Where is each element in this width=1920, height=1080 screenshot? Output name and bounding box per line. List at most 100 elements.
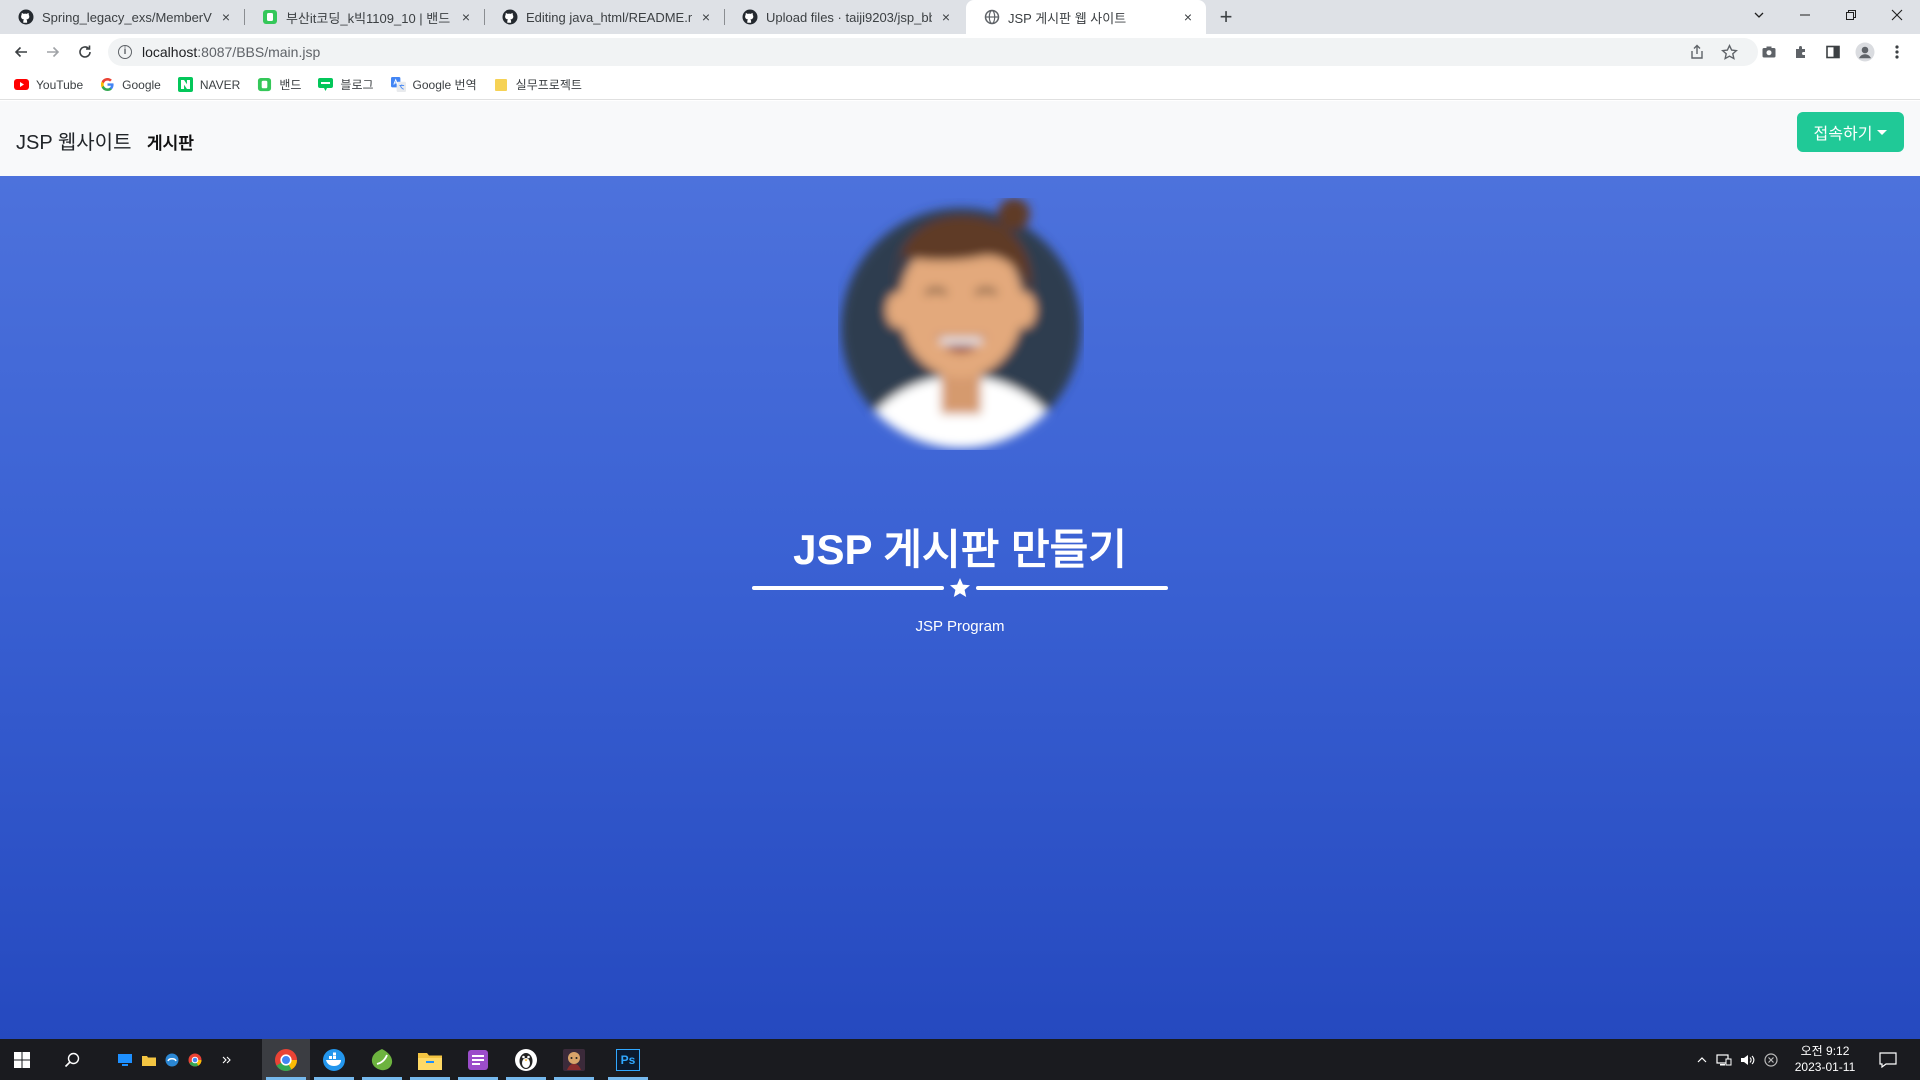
taskbar-notepad[interactable] [454, 1039, 502, 1080]
bookmark-google[interactable]: Google [100, 77, 161, 92]
tab-title: Upload files · taiji9203/jsp_bbs [766, 9, 932, 25]
bookmark-label: Google 번역 [412, 78, 477, 92]
taskbar-photoshop[interactable]: Ps [604, 1039, 652, 1080]
taskbar-spring[interactable] [358, 1039, 406, 1080]
folder-shortcut-icon[interactable] [140, 1039, 158, 1080]
star-icon[interactable] [1719, 42, 1739, 62]
camera-icon[interactable] [1759, 42, 1779, 62]
bookmark-band[interactable]: 밴드 [257, 76, 301, 93]
taskbar-penguin-app[interactable] [502, 1039, 550, 1080]
bookmark-youtube[interactable]: YouTube [14, 77, 83, 92]
tab-search-button[interactable] [1736, 0, 1782, 30]
desktop-shortcut-icon[interactable] [116, 1039, 134, 1080]
close-icon[interactable]: × [458, 9, 474, 25]
reload-button[interactable] [73, 40, 97, 64]
clock-date: 2023-01-11 [1794, 1060, 1856, 1074]
new-tab-button[interactable]: + [1213, 5, 1239, 31]
forward-button[interactable] [41, 40, 65, 64]
tab-title: Spring_legacy_exs/MemberVO.ja [42, 9, 212, 25]
more-chevron-icon[interactable] [218, 1039, 236, 1080]
profile-avatar-icon[interactable] [1855, 42, 1875, 62]
web-page: JSP 웹사이트 게시판 접속하기 JSP 게시판 만들기 JSP Progra… [0, 101, 1920, 1039]
bookmark-label: YouTube [36, 77, 84, 92]
start-button[interactable] [0, 1039, 44, 1080]
close-icon[interactable]: × [1180, 9, 1196, 25]
band-icon [262, 9, 278, 25]
youtube-icon [14, 77, 29, 92]
connect-button-label: 접속하기 [1813, 126, 1873, 143]
windows-taskbar: Ps 오전 9:12 2023-01-11 [0, 1039, 1920, 1080]
notification-center-button[interactable] [1870, 1039, 1906, 1080]
more-menu-icon[interactable] [1887, 42, 1907, 62]
chevron-up-icon[interactable] [1696, 1054, 1708, 1066]
naver-icon [177, 77, 193, 92]
game-icon [563, 1048, 585, 1071]
divider-right [976, 586, 1168, 590]
star-divider-icon [948, 576, 972, 600]
blog-icon [318, 77, 334, 92]
status-error-icon[interactable] [1764, 1052, 1778, 1067]
url-host: localhost [142, 44, 198, 60]
connect-dropdown-button[interactable]: 접속하기 [1797, 112, 1904, 152]
bookmark-folder[interactable]: 실무프로젝트 [494, 76, 582, 93]
back-button[interactable] [9, 40, 33, 64]
tab-readme[interactable]: Editing java_html/README.md a × [484, 0, 724, 34]
globe-icon [984, 9, 1000, 25]
taskbar-game-app[interactable] [550, 1039, 598, 1080]
tab-title: 부산it코딩_k빅1109_10 | 밴드 [286, 10, 451, 26]
system-tray [1696, 1039, 1778, 1080]
bookmark-label: NAVER [199, 77, 241, 92]
minimize-button[interactable] [1782, 0, 1828, 30]
close-icon[interactable]: × [218, 9, 234, 25]
info-icon[interactable]: i [118, 45, 132, 59]
tab-member-vo[interactable]: Spring_legacy_exs/MemberVO.ja × [0, 0, 244, 34]
bookmark-google-translate[interactable]: Google 번역 [390, 76, 477, 93]
masthead-subtitle: JSP Program [915, 618, 1005, 635]
bookmark-label: 밴드 [279, 78, 302, 92]
divider-left [752, 586, 944, 590]
site-brand[interactable]: JSP 웹사이트 [16, 126, 131, 155]
taskbar-chrome[interactable] [262, 1039, 310, 1080]
search-button[interactable] [48, 1039, 96, 1080]
volume-icon[interactable] [1740, 1053, 1756, 1067]
network-icon[interactable] [1716, 1053, 1732, 1067]
side-panel-icon[interactable] [1823, 42, 1843, 62]
system-clock[interactable]: 오전 9:12 2023-01-11 [1790, 1043, 1860, 1075]
arrow-left-icon [14, 46, 27, 58]
restore-icon [1846, 10, 1856, 20]
url-path: :8087/BBS/main.jsp [197, 44, 321, 60]
tab-jsp-website[interactable]: JSP 게시판 웹 사이트 × [966, 0, 1206, 34]
notification-icon [1879, 1051, 1897, 1068]
folder-icon [494, 77, 509, 92]
address-bar[interactable]: i localhost:8087/BBS/main.jsp [108, 38, 1758, 66]
minimize-icon [1800, 14, 1810, 16]
spring-icon [371, 1048, 393, 1070]
edge-shortcut-icon[interactable] [163, 1039, 181, 1080]
avatar [841, 198, 1081, 448]
file-explorer-icon [418, 1052, 442, 1070]
extensions-icon[interactable] [1791, 42, 1811, 62]
windows-logo-icon [14, 1051, 30, 1068]
close-icon [1891, 9, 1903, 21]
bookmark-blog[interactable]: 블로그 [318, 76, 374, 93]
bookmark-naver[interactable]: NAVER [177, 77, 241, 92]
tab-title: JSP 게시판 웹 사이트 [1008, 10, 1127, 26]
taskbar-docker[interactable] [310, 1039, 358, 1080]
close-icon[interactable]: × [698, 9, 714, 25]
bookmarks-bar: YouTube Google NAVER 밴드 블로그 Google 번역 실무… [0, 70, 1920, 100]
restore-button[interactable] [1828, 0, 1874, 30]
close-icon[interactable]: × [938, 9, 954, 25]
tab-title: Editing java_html/README.md a [526, 9, 692, 25]
site-navbar: JSP 웹사이트 게시판 접속하기 [0, 101, 1920, 176]
taskbar-file-explorer[interactable] [406, 1039, 454, 1080]
google-icon [100, 77, 115, 92]
clock-time: 오전 9:12 [1800, 1044, 1850, 1058]
chrome-shortcut-icon[interactable] [186, 1039, 204, 1080]
github-icon [502, 9, 518, 25]
nav-link-board[interactable]: 게시판 [147, 129, 194, 154]
tab-band[interactable]: 부산it코딩_k빅1109_10 | 밴드 × [244, 0, 484, 34]
share-icon[interactable] [1687, 42, 1707, 62]
tab-upload-files[interactable]: Upload files · taiji9203/jsp_bbs × [724, 0, 964, 34]
close-window-button[interactable] [1874, 0, 1920, 30]
search-icon [64, 1052, 80, 1067]
